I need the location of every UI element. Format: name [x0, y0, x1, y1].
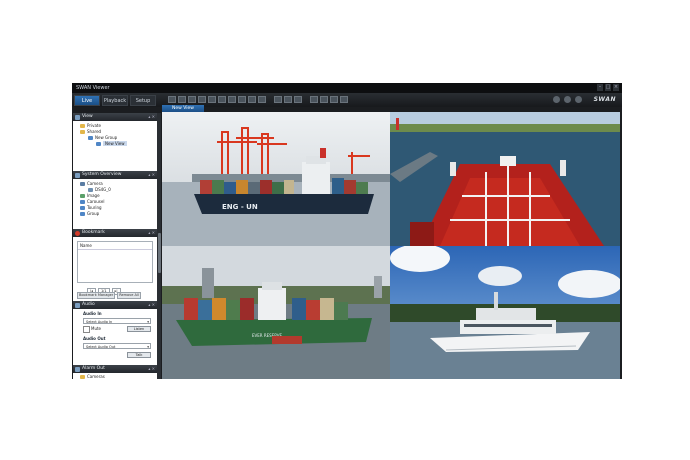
camera-tile-1[interactable]: ENG - UN [162, 112, 390, 246]
panel-collapse-icon[interactable]: ▴ ✕ [148, 171, 155, 179]
bookmark-manager-button[interactable]: Bookmark Manager [77, 292, 116, 299]
camera-icon [80, 182, 85, 186]
audio-panel: Audio In Select Audio In ▾ Mute Listen Au… [73, 309, 157, 365]
viewer-window: SWAN Viewer – □ × Live Playback Setup SW… [72, 83, 622, 379]
sequence-icon[interactable] [284, 96, 292, 103]
yacht-image [390, 246, 620, 379]
camera-tile-4[interactable] [390, 246, 620, 379]
audio-header[interactable]: Audio ▴ ✕ [73, 301, 157, 309]
audio-in-label: Audio In [83, 311, 102, 316]
layout-6x6-icon[interactable] [248, 96, 256, 103]
layout-4x4-icon[interactable] [198, 96, 206, 103]
camera-tile-3[interactable]: EVER RESERVE [162, 246, 390, 379]
audio-out-select[interactable]: Select Audio Out ▾ [83, 343, 151, 349]
fullscreen-icon[interactable] [274, 96, 282, 103]
tab-setup[interactable]: Setup [130, 95, 156, 106]
camera-tile-2[interactable] [390, 112, 620, 246]
tanker-deck-image [390, 112, 620, 246]
maximize-button[interactable]: □ [605, 84, 611, 91]
mute-checkbox[interactable] [83, 326, 90, 333]
settings-icon[interactable] [564, 96, 571, 103]
folder-icon [80, 124, 85, 128]
layout-1plus5-icon[interactable] [208, 96, 216, 103]
alarm-out-title: Alarm Out [82, 366, 105, 371]
system-overview-title: System Overview [82, 172, 122, 177]
layout-1x1-icon[interactable] [168, 96, 176, 103]
record-icon[interactable] [320, 96, 328, 103]
panel-collapse-icon[interactable]: ▴ ✕ [148, 229, 155, 237]
folder-icon [80, 375, 85, 379]
view-panel-title: View [82, 114, 93, 119]
camera-grid: ENG - UN EVER RESERVE [162, 112, 620, 379]
alarm-tree: Cameras [73, 373, 157, 379]
panel-collapse-icon[interactable]: ▴ ✕ [148, 301, 155, 309]
snapshot-icon[interactable] [294, 96, 302, 103]
tree-item-group[interactable]: Group [76, 211, 154, 217]
container-ship-port-image: ENG - UN [162, 112, 390, 246]
window-title: SWAN Viewer [76, 85, 110, 91]
layout-more-icon[interactable] [258, 96, 266, 103]
system-overview-header[interactable]: System Overview ▴ ✕ [73, 171, 157, 179]
layout-buttons [168, 96, 348, 103]
chevron-down-icon: ▾ [147, 345, 149, 349]
talk-button[interactable]: Talk [127, 352, 151, 358]
tab-new-view[interactable]: New View [162, 105, 204, 112]
audio-icon [75, 302, 80, 308]
system-icon [75, 172, 80, 178]
chevron-down-icon: ▾ [147, 320, 149, 324]
bookmark-title: Bookmark [82, 230, 105, 235]
brand-logo: SWAN [593, 96, 616, 103]
alarm-icon [75, 366, 80, 372]
signal-icon[interactable] [310, 96, 318, 103]
bookmark-icon [75, 230, 80, 236]
group-icon [88, 136, 93, 140]
tab-playback[interactable]: Playback [102, 95, 128, 106]
group-icon [80, 212, 85, 216]
listen-button[interactable]: Listen [127, 326, 151, 332]
panel-collapse-icon[interactable]: ▴ ✕ [148, 113, 155, 121]
audio-title: Audio [82, 302, 95, 307]
device-icon [88, 188, 93, 192]
layout-1plus7-icon[interactable] [218, 96, 226, 103]
view-icon [75, 114, 80, 120]
system-tree: Camera DS4G_0 Image Carousel Touring Gro… [73, 179, 157, 229]
title-bar: SWAN Viewer – □ × [72, 83, 622, 93]
carousel-icon [80, 200, 85, 204]
left-panel-scrollbar[interactable] [157, 113, 161, 379]
layout-2x2-icon[interactable] [178, 96, 186, 103]
left-panel: View ▴ ✕ Private Shared New Group New Vi… [73, 113, 157, 379]
image-icon [80, 194, 85, 198]
bookmark-list[interactable]: Name [77, 241, 153, 283]
bookmark-column-name: Name [78, 242, 152, 250]
container-ship-river-image: EVER RESERVE [162, 246, 390, 379]
layout-5x5-icon[interactable] [238, 96, 246, 103]
close-button[interactable]: × [613, 84, 619, 91]
audio-out-label: Audio Out [83, 336, 106, 341]
view-tree: Private Shared New Group New View [73, 121, 157, 171]
audio-in-select[interactable]: Select Audio In ▾ [83, 318, 151, 324]
view-layout-icon [96, 142, 101, 146]
tab-live[interactable]: Live [74, 95, 100, 106]
message-icon[interactable] [553, 96, 560, 103]
panel-collapse-icon[interactable]: ▴ ✕ [148, 365, 155, 373]
tree-item-new-view[interactable]: New View [76, 141, 154, 147]
remove-all-button[interactable]: Remove All [117, 292, 141, 299]
ship-hull-text: ENG - UN [222, 203, 258, 211]
tree-item-cameras[interactable]: Cameras [76, 374, 154, 379]
audio-icon[interactable] [340, 96, 348, 103]
view-panel-header[interactable]: View ▴ ✕ [73, 113, 157, 121]
folder-icon [80, 130, 85, 134]
link-icon[interactable] [330, 96, 338, 103]
bookmark-header[interactable]: Bookmark ▴ ✕ [73, 229, 157, 237]
alarm-out-header[interactable]: Alarm Out ▴ ✕ [73, 365, 157, 373]
bookmark-panel: Name |◂ 1/1 ▸| Bookmark Manager Remove A… [73, 237, 157, 301]
pin-icon[interactable] [575, 96, 582, 103]
layout-1plus12-icon[interactable] [228, 96, 236, 103]
mute-label: Mute [91, 326, 102, 331]
touring-icon [80, 206, 85, 210]
toolbar: Live Playback Setup SWAN [72, 93, 622, 107]
minimize-button[interactable]: – [597, 84, 603, 91]
layout-3x3-icon[interactable] [188, 96, 196, 103]
